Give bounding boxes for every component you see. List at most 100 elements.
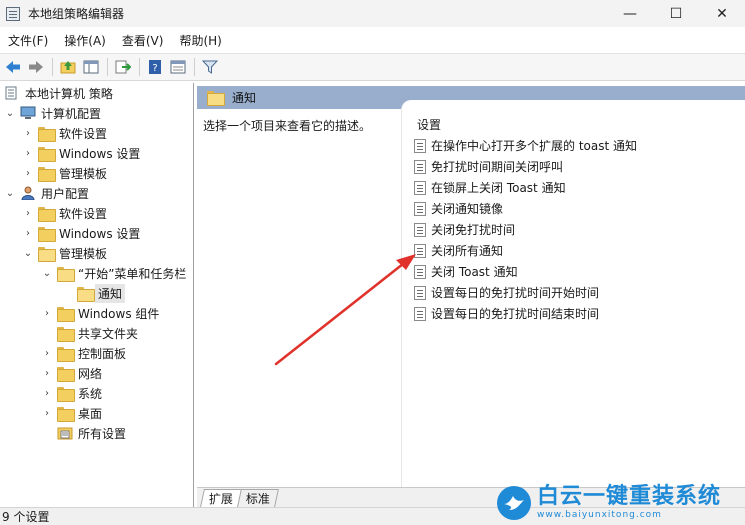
policy-setting-icon bbox=[414, 264, 426, 279]
policy-setting-icon bbox=[414, 243, 426, 258]
tree-node-cc-windows[interactable]: › Windows 设置 bbox=[22, 143, 140, 163]
show-hide-tree-icon[interactable] bbox=[80, 56, 102, 78]
folder-open-icon bbox=[207, 91, 225, 106]
forward-arrow-icon[interactable] bbox=[25, 56, 47, 78]
tree-label: 管理模板 bbox=[59, 166, 108, 181]
chevron-right-icon[interactable]: › bbox=[41, 407, 53, 419]
folder-icon bbox=[38, 166, 56, 182]
tree-label: 所有设置 bbox=[78, 426, 127, 441]
folder-icon bbox=[38, 226, 56, 242]
list-item[interactable]: 关闭所有通知 bbox=[414, 241, 503, 260]
list-item[interactable]: 关闭通知镜像 bbox=[414, 199, 503, 218]
help-icon[interactable]: ? bbox=[144, 56, 166, 78]
policy-setting-icon bbox=[414, 222, 426, 237]
chevron-right-icon[interactable]: › bbox=[41, 387, 53, 399]
list-item[interactable]: 设置每日的免打扰时间开始时间 bbox=[414, 283, 599, 302]
svg-text:?: ? bbox=[152, 63, 157, 74]
chevron-right-icon[interactable]: › bbox=[41, 347, 53, 359]
tab-label: 标准 bbox=[245, 492, 270, 506]
toolbar-separator bbox=[52, 58, 53, 76]
maximize-button[interactable]: ☐ bbox=[653, 0, 699, 27]
menu-action[interactable]: 操作(A) bbox=[56, 32, 114, 49]
status-text: 9 个设置 bbox=[2, 510, 50, 524]
pane-title: 通知 bbox=[232, 91, 257, 105]
export-list-icon[interactable] bbox=[112, 56, 134, 78]
policy-document-icon bbox=[4, 86, 20, 100]
list-item[interactable]: 免打扰时间期间关闭呼叫 bbox=[414, 157, 563, 176]
minimize-button[interactable]: — bbox=[607, 0, 653, 27]
chevron-down-icon[interactable]: ⌄ bbox=[4, 187, 16, 199]
list-item[interactable]: 在锁屏上关闭 Toast 通知 bbox=[414, 178, 566, 197]
tree-label: “开始”菜单和任务栏 bbox=[78, 266, 187, 281]
folder-icon bbox=[57, 406, 75, 422]
chevron-right-icon[interactable]: › bbox=[22, 227, 34, 239]
tree-node-uc-admin[interactable]: ⌄ 管理模板 bbox=[22, 243, 107, 263]
menu-help[interactable]: 帮助(H) bbox=[171, 32, 229, 49]
menu-bar: 文件(F) 操作(A) 查看(V) 帮助(H) bbox=[0, 28, 745, 52]
tree-node-user-config[interactable]: ⌄ 用户配置 bbox=[4, 183, 89, 203]
menu-file[interactable]: 文件(F) bbox=[0, 32, 56, 49]
tab-standard[interactable]: 标准 bbox=[237, 489, 279, 507]
navigation-tree: 本地计算机 策略 ⌄ 计算机配置 › 软件设置 › Windows 设置 › 管… bbox=[0, 83, 194, 507]
tree-node-uc-windows[interactable]: › Windows 设置 bbox=[22, 223, 140, 243]
chevron-down-icon[interactable]: ⌄ bbox=[22, 247, 34, 259]
folder-icon bbox=[57, 386, 75, 402]
tree-node-cc-admin[interactable]: › 管理模板 bbox=[22, 163, 107, 183]
tree-label: Windows 组件 bbox=[78, 306, 160, 321]
list-item[interactable]: 关闭免打扰时间 bbox=[414, 220, 515, 239]
tree-label: 控制面板 bbox=[78, 346, 127, 361]
chevron-right-icon[interactable]: › bbox=[41, 307, 53, 319]
tree-node-windows-components[interactable]: › Windows 组件 bbox=[41, 303, 159, 323]
settings-list: 设置 在操作中心打开多个扩展的 toast 通知 免打扰时间期间关闭呼叫 在锁屏… bbox=[401, 100, 745, 492]
up-folder-icon[interactable] bbox=[57, 56, 79, 78]
menu-view[interactable]: 查看(V) bbox=[114, 32, 172, 49]
policy-label: 关闭通知镜像 bbox=[431, 202, 504, 216]
chevron-right-icon[interactable]: › bbox=[41, 367, 53, 379]
tree-label: 软件设置 bbox=[59, 126, 108, 141]
tree-node-shared-folders[interactable]: 共享文件夹 bbox=[57, 323, 138, 343]
tree-node-system[interactable]: › 系统 bbox=[41, 383, 102, 403]
chevron-down-icon[interactable]: ⌄ bbox=[41, 267, 53, 279]
tree-label: 桌面 bbox=[78, 406, 103, 421]
tree-label: 本地计算机 策略 bbox=[25, 86, 113, 101]
chevron-right-icon[interactable]: › bbox=[22, 147, 34, 159]
policy-label: 设置每日的免打扰时间结束时间 bbox=[431, 307, 600, 321]
chevron-right-icon[interactable]: › bbox=[22, 167, 34, 179]
folder-icon bbox=[38, 126, 56, 142]
tree-node-uc-software[interactable]: › 软件设置 bbox=[22, 203, 107, 223]
tree-node-cc-software[interactable]: › 软件设置 bbox=[22, 123, 107, 143]
tree-node-control-panel[interactable]: › 控制面板 bbox=[41, 343, 126, 363]
toolbar-separator bbox=[107, 58, 108, 76]
tree-node-root[interactable]: 本地计算机 策略 bbox=[4, 83, 113, 103]
tree-node-computer-config[interactable]: ⌄ 计算机配置 bbox=[4, 103, 101, 123]
chevron-down-icon[interactable]: ⌄ bbox=[4, 107, 16, 119]
tree-node-notifications[interactable]: 通知 bbox=[77, 283, 126, 303]
list-item[interactable]: 关闭 Toast 通知 bbox=[414, 262, 518, 281]
tree-label: 网络 bbox=[78, 366, 103, 381]
back-arrow-icon[interactable] bbox=[2, 56, 24, 78]
chevron-right-icon[interactable]: › bbox=[22, 127, 34, 139]
tree-node-desktop[interactable]: › 桌面 bbox=[41, 403, 102, 423]
properties-icon[interactable] bbox=[167, 56, 189, 78]
policy-setting-icon bbox=[414, 159, 426, 174]
folder-icon bbox=[57, 346, 75, 362]
list-item[interactable]: 设置每日的免打扰时间结束时间 bbox=[414, 304, 599, 323]
column-header-setting[interactable]: 设置 bbox=[417, 116, 441, 133]
list-item[interactable]: 在操作中心打开多个扩展的 toast 通知 bbox=[414, 136, 637, 155]
tree-node-all-settings[interactable]: 所有设置 bbox=[57, 423, 126, 443]
tree-label: 用户配置 bbox=[41, 186, 90, 201]
folder-icon bbox=[57, 326, 75, 342]
policy-setting-icon bbox=[414, 201, 426, 216]
policy-label: 在锁屏上关闭 Toast 通知 bbox=[431, 181, 566, 195]
tree-label: Windows 设置 bbox=[59, 146, 141, 161]
tree-node-network[interactable]: › 网络 bbox=[41, 363, 102, 383]
chevron-right-icon[interactable]: › bbox=[22, 207, 34, 219]
tab-extended[interactable]: 扩展 bbox=[200, 489, 242, 507]
filter-icon[interactable] bbox=[199, 56, 221, 78]
details-pane: 通知 选择一个项目来查看它的描述。 设置 在操作中心打开多个扩展的 toast … bbox=[197, 83, 745, 492]
close-button[interactable]: ✕ bbox=[699, 0, 745, 27]
tree-label: 共享文件夹 bbox=[78, 326, 139, 341]
window-title: 本地组策略编辑器 bbox=[28, 7, 125, 21]
tree-node-start-menu[interactable]: ⌄ “开始”菜单和任务栏 bbox=[41, 263, 186, 283]
all-settings-icon bbox=[57, 426, 73, 440]
